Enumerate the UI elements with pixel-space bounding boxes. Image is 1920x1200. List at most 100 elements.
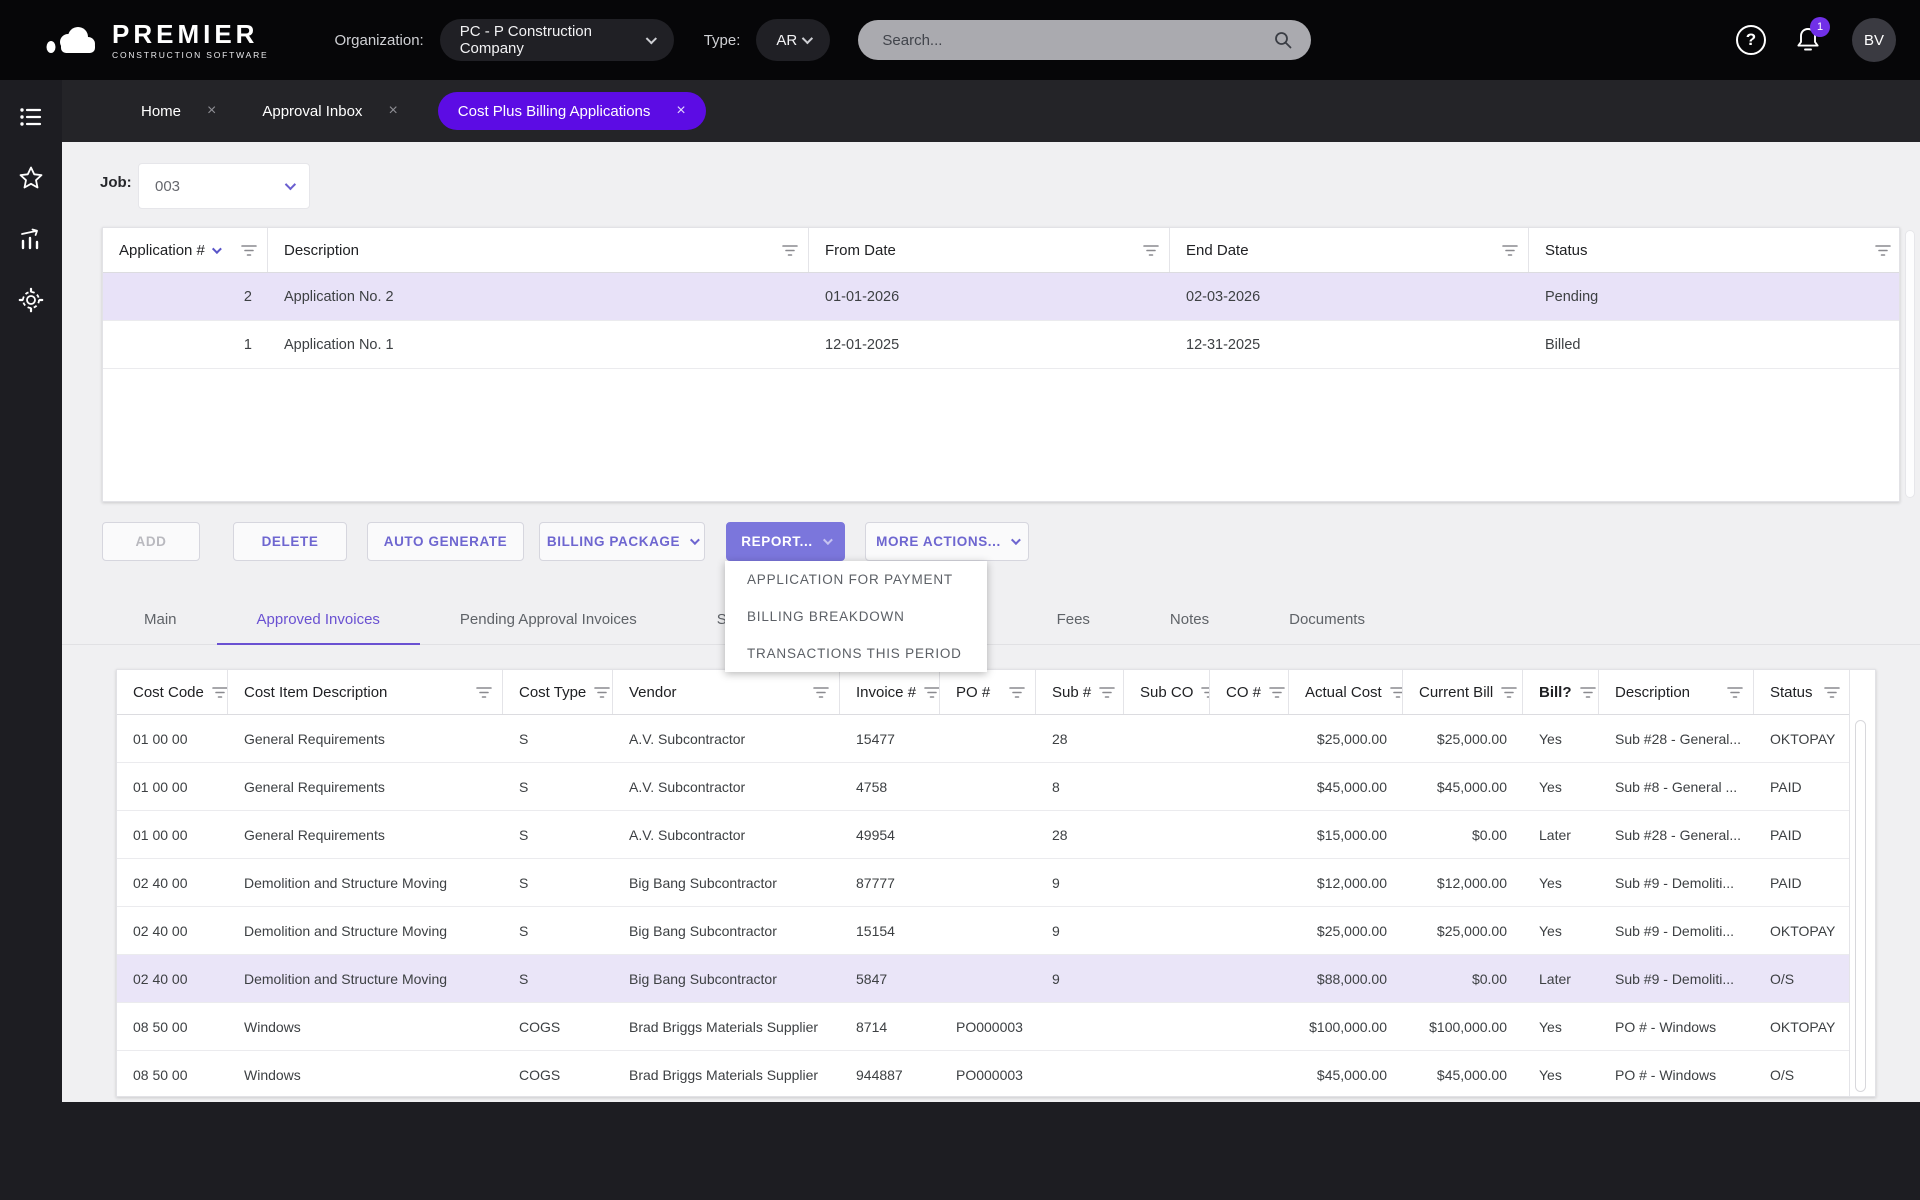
filter-icon[interactable]: [1501, 686, 1517, 699]
filter-icon[interactable]: [1269, 686, 1285, 699]
table-row[interactable]: 02 40 00Demolition and Structure MovingS…: [117, 859, 1849, 907]
help-icon[interactable]: ?: [1736, 25, 1766, 55]
brand-logo: PREMIER CONSTRUCTION SOFTWARE: [46, 21, 268, 60]
job-select[interactable]: 003: [138, 163, 310, 209]
column-header[interactable]: PO #: [940, 670, 1036, 714]
table-row[interactable]: 01 00 00General RequirementsSA.V. Subcon…: [117, 715, 1849, 763]
settings-gear-icon[interactable]: [18, 287, 44, 313]
filter-icon[interactable]: [1580, 686, 1596, 699]
auto-generate-button[interactable]: AUTO GENERATE: [367, 522, 524, 561]
search-input[interactable]: [882, 32, 1273, 49]
table-cell: O/S: [1754, 1051, 1849, 1097]
tab-approved-invoices[interactable]: Approved Invoices: [217, 594, 420, 644]
column-header[interactable]: Sub #: [1036, 670, 1124, 714]
column-header[interactable]: Description: [1599, 670, 1754, 714]
menu-item-transactions-this-period[interactable]: TRANSACTIONS THIS PERIOD: [725, 635, 987, 672]
table-cell: Brad Briggs Materials Supplier: [613, 1051, 840, 1097]
applications-table-body: 2Application No. 201-01-202602-03-2026Pe…: [103, 273, 1899, 369]
list-menu-icon[interactable]: [18, 104, 44, 130]
column-header[interactable]: Invoice #: [840, 670, 940, 714]
search-bar[interactable]: [858, 20, 1311, 60]
filter-icon[interactable]: [1201, 686, 1210, 699]
table-row[interactable]: 08 50 00WindowsCOGSBrad Briggs Materials…: [117, 1051, 1849, 1097]
close-icon[interactable]: ×: [388, 102, 397, 120]
filter-icon[interactable]: [813, 686, 829, 699]
organization-select[interactable]: PC - P Construction Company: [440, 19, 674, 61]
filter-icon[interactable]: [1875, 244, 1891, 257]
invoices-scrollbar-thumb[interactable]: [1855, 720, 1866, 1092]
column-header-label: Sub #: [1052, 684, 1091, 701]
table-cell: [1124, 1051, 1210, 1097]
type-select[interactable]: AR: [756, 19, 830, 61]
filter-icon[interactable]: [1824, 686, 1840, 699]
column-header-text: Application #: [119, 242, 205, 259]
tab-main[interactable]: Main: [104, 594, 217, 644]
more-actions-button[interactable]: MORE ACTIONS...: [865, 522, 1029, 561]
column-header[interactable]: Sub CO: [1124, 670, 1210, 714]
close-icon[interactable]: ×: [676, 102, 685, 120]
column-header[interactable]: Application #: [103, 228, 268, 272]
table-cell: 12-01-2025: [809, 321, 1170, 368]
column-header[interactable]: Cost Item Description: [228, 670, 503, 714]
column-header[interactable]: Cost Type: [503, 670, 613, 714]
close-icon[interactable]: ×: [207, 102, 216, 120]
menu-item-billing-breakdown[interactable]: BILLING BREAKDOWN: [725, 598, 987, 635]
nav-tab-home[interactable]: Home×: [135, 92, 222, 130]
notifications-bell-icon[interactable]: 1: [1792, 23, 1826, 57]
column-header[interactable]: Bill?: [1523, 670, 1599, 714]
table-cell: 02-03-2026: [1170, 273, 1529, 320]
column-header-text: Invoice #: [856, 684, 916, 701]
applications-scrollbar[interactable]: [1905, 230, 1915, 498]
table-cell: [940, 763, 1036, 810]
table-row[interactable]: 01 00 00General RequirementsSA.V. Subcon…: [117, 811, 1849, 859]
table-cell: [940, 715, 1036, 762]
column-header[interactable]: From Date: [809, 228, 1170, 272]
nav-tab-approval-inbox[interactable]: Approval Inbox×: [256, 92, 403, 130]
column-header[interactable]: Actual Cost: [1289, 670, 1403, 714]
table-cell: S: [503, 955, 613, 1002]
column-header[interactable]: Description: [268, 228, 809, 272]
tab-fees[interactable]: Fees: [1017, 594, 1130, 644]
analytics-chart-icon[interactable]: [18, 226, 44, 252]
column-header-label: Application #: [119, 242, 219, 259]
filter-icon[interactable]: [241, 244, 257, 257]
column-header[interactable]: CO #: [1210, 670, 1289, 714]
column-header[interactable]: Current Bill: [1403, 670, 1523, 714]
table-row[interactable]: 01 00 00General RequirementsSA.V. Subcon…: [117, 763, 1849, 811]
column-header[interactable]: End Date: [1170, 228, 1529, 272]
filter-icon[interactable]: [1009, 686, 1025, 699]
filter-icon[interactable]: [1502, 244, 1518, 257]
column-header[interactable]: Vendor: [613, 670, 840, 714]
delete-button[interactable]: DELETE: [233, 522, 347, 561]
table-cell: 15154: [840, 907, 940, 954]
column-header[interactable]: Status: [1529, 228, 1901, 272]
table-row[interactable]: 08 50 00WindowsCOGSBrad Briggs Materials…: [117, 1003, 1849, 1051]
filter-icon[interactable]: [1143, 244, 1159, 257]
column-header[interactable]: Cost Code: [117, 670, 228, 714]
billing-package-button[interactable]: BILLING PACKAGE: [539, 522, 705, 561]
table-cell: 28: [1036, 811, 1124, 858]
menu-item-application-for-payment[interactable]: APPLICATION FOR PAYMENT: [725, 561, 987, 598]
filter-icon[interactable]: [1390, 686, 1403, 699]
table-row[interactable]: 1Application No. 112-01-202512-31-2025Bi…: [103, 321, 1899, 369]
table-row[interactable]: 2Application No. 201-01-202602-03-2026Pe…: [103, 273, 1899, 321]
filter-icon[interactable]: [1727, 686, 1743, 699]
filter-icon[interactable]: [212, 686, 228, 699]
avatar[interactable]: BV: [1852, 18, 1896, 62]
favorites-star-icon[interactable]: [18, 165, 44, 191]
tab-documents[interactable]: Documents: [1249, 594, 1405, 644]
column-header[interactable]: Status: [1754, 670, 1850, 714]
filter-icon[interactable]: [782, 244, 798, 257]
table-row[interactable]: 02 40 00Demolition and Structure MovingS…: [117, 907, 1849, 955]
tab-pending-approval-invoices[interactable]: Pending Approval Invoices: [420, 594, 677, 644]
table-row[interactable]: 02 40 00Demolition and Structure MovingS…: [117, 955, 1849, 1003]
nav-tab-cost-plus-billing-applications[interactable]: Cost Plus Billing Applications×: [438, 92, 706, 130]
report-button[interactable]: REPORT...: [726, 522, 845, 561]
filter-icon[interactable]: [1099, 686, 1115, 699]
filter-icon[interactable]: [476, 686, 492, 699]
filter-icon[interactable]: [594, 686, 610, 699]
table-cell: Sub #9 - Demoliti...: [1599, 859, 1754, 906]
tab-notes[interactable]: Notes: [1130, 594, 1249, 644]
search-icon[interactable]: [1273, 30, 1293, 50]
filter-icon[interactable]: [924, 686, 940, 699]
